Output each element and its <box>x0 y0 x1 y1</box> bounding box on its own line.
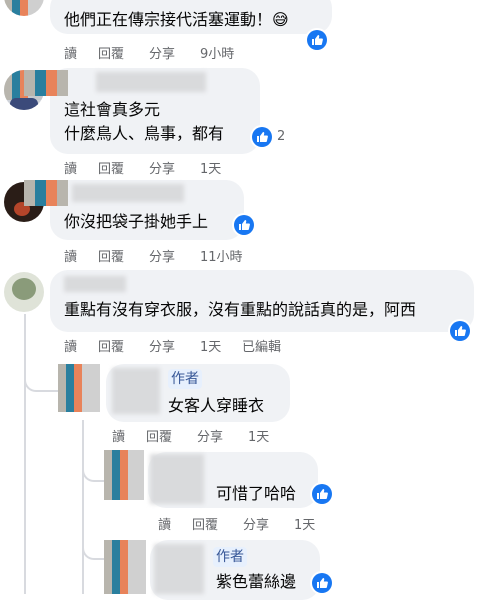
reply-text: 可惜了哈哈 <box>216 484 297 503</box>
comment-text: 重點有沒有穿衣服，沒有重點的說話真的是，阿西 <box>64 300 417 319</box>
share-link[interactable]: 分享 <box>149 246 175 265</box>
reply-actions: 讀 回覆 分享 1天 <box>112 426 312 445</box>
timestamp[interactable]: 1天 <box>248 426 269 445</box>
timestamp[interactable]: 1天 <box>200 158 221 177</box>
commenter-name[interactable] <box>154 544 204 594</box>
commenter-name[interactable] <box>150 454 204 504</box>
reply-text: 紫色蕾絲邊 <box>216 572 297 591</box>
commenter-name[interactable] <box>112 368 160 414</box>
timestamp[interactable]: 9小時 <box>200 43 234 62</box>
avatar[interactable] <box>104 540 146 594</box>
commenter-name[interactable] <box>72 184 184 202</box>
comment-text-line-1: 這社會真多元 <box>64 100 161 119</box>
comment-actions: 讀 回覆 分享 1天 <box>64 158 264 177</box>
thread-connector <box>24 370 58 392</box>
avatar[interactable] <box>4 0 44 16</box>
share-link[interactable]: 分享 <box>243 514 269 533</box>
reply-text: 女客人穿睡衣 <box>168 396 265 415</box>
thread-connector <box>82 540 104 560</box>
timestamp[interactable]: 1天 <box>294 514 315 533</box>
avatar[interactable] <box>58 364 100 412</box>
reply-link[interactable]: 回覆 <box>98 246 124 265</box>
read-link[interactable]: 讀 <box>64 158 77 177</box>
avatar[interactable] <box>4 272 44 312</box>
commenter-name[interactable] <box>96 72 206 92</box>
like-icon[interactable] <box>312 573 332 593</box>
reply-link[interactable]: 回覆 <box>98 336 124 355</box>
read-link[interactable]: 讀 <box>64 246 77 265</box>
share-link[interactable]: 分享 <box>149 158 175 177</box>
comment-text-line-2: 什麼鳥人、鳥事，都有 <box>64 124 225 143</box>
share-link[interactable]: 分享 <box>149 336 175 355</box>
reply-link[interactable]: 回覆 <box>98 158 124 177</box>
author-badge: 作者 <box>213 547 247 567</box>
like-icon[interactable] <box>312 484 332 504</box>
read-link[interactable]: 讀 <box>112 426 125 445</box>
name-redaction <box>24 180 68 206</box>
thread-line <box>24 314 26 594</box>
author-badge: 作者 <box>168 369 202 389</box>
read-link[interactable]: 讀 <box>64 336 77 355</box>
thread-line <box>82 420 84 594</box>
reaction-count[interactable]: 2 <box>277 129 285 144</box>
name-redaction <box>24 70 68 96</box>
share-link[interactable]: 分享 <box>197 426 223 445</box>
comment-actions: 讀 回覆 分享 9小時 <box>64 43 264 62</box>
thread-connector <box>82 462 104 482</box>
edited-label[interactable]: 已編輯 <box>242 336 281 355</box>
reply-link[interactable]: 回覆 <box>146 426 172 445</box>
avatar[interactable] <box>104 450 144 500</box>
timestamp[interactable]: 1天 <box>200 336 221 355</box>
comment-text: 你沒把袋子掛她手上 <box>64 212 209 231</box>
read-link[interactable]: 讀 <box>64 43 77 62</box>
comment-actions: 讀 回覆 分享 11小時 <box>64 246 284 265</box>
comment-actions: 讀 回覆 分享 1天 已編輯 <box>64 336 324 355</box>
like-icon[interactable] <box>307 30 327 50</box>
share-link[interactable]: 分享 <box>149 43 175 62</box>
like-icon[interactable] <box>252 127 272 147</box>
reply-link[interactable]: 回覆 <box>192 514 218 533</box>
comment-text: 他們正在傳宗接代活塞運動！😅 <box>64 10 289 29</box>
like-icon[interactable] <box>234 215 254 235</box>
like-icon[interactable] <box>450 321 470 341</box>
read-link[interactable]: 讀 <box>158 514 171 533</box>
commenter-name[interactable] <box>64 276 126 292</box>
reply-actions: 讀 回覆 分享 1天 <box>158 514 358 533</box>
reply-link[interactable]: 回覆 <box>98 43 124 62</box>
timestamp[interactable]: 11小時 <box>200 246 243 265</box>
